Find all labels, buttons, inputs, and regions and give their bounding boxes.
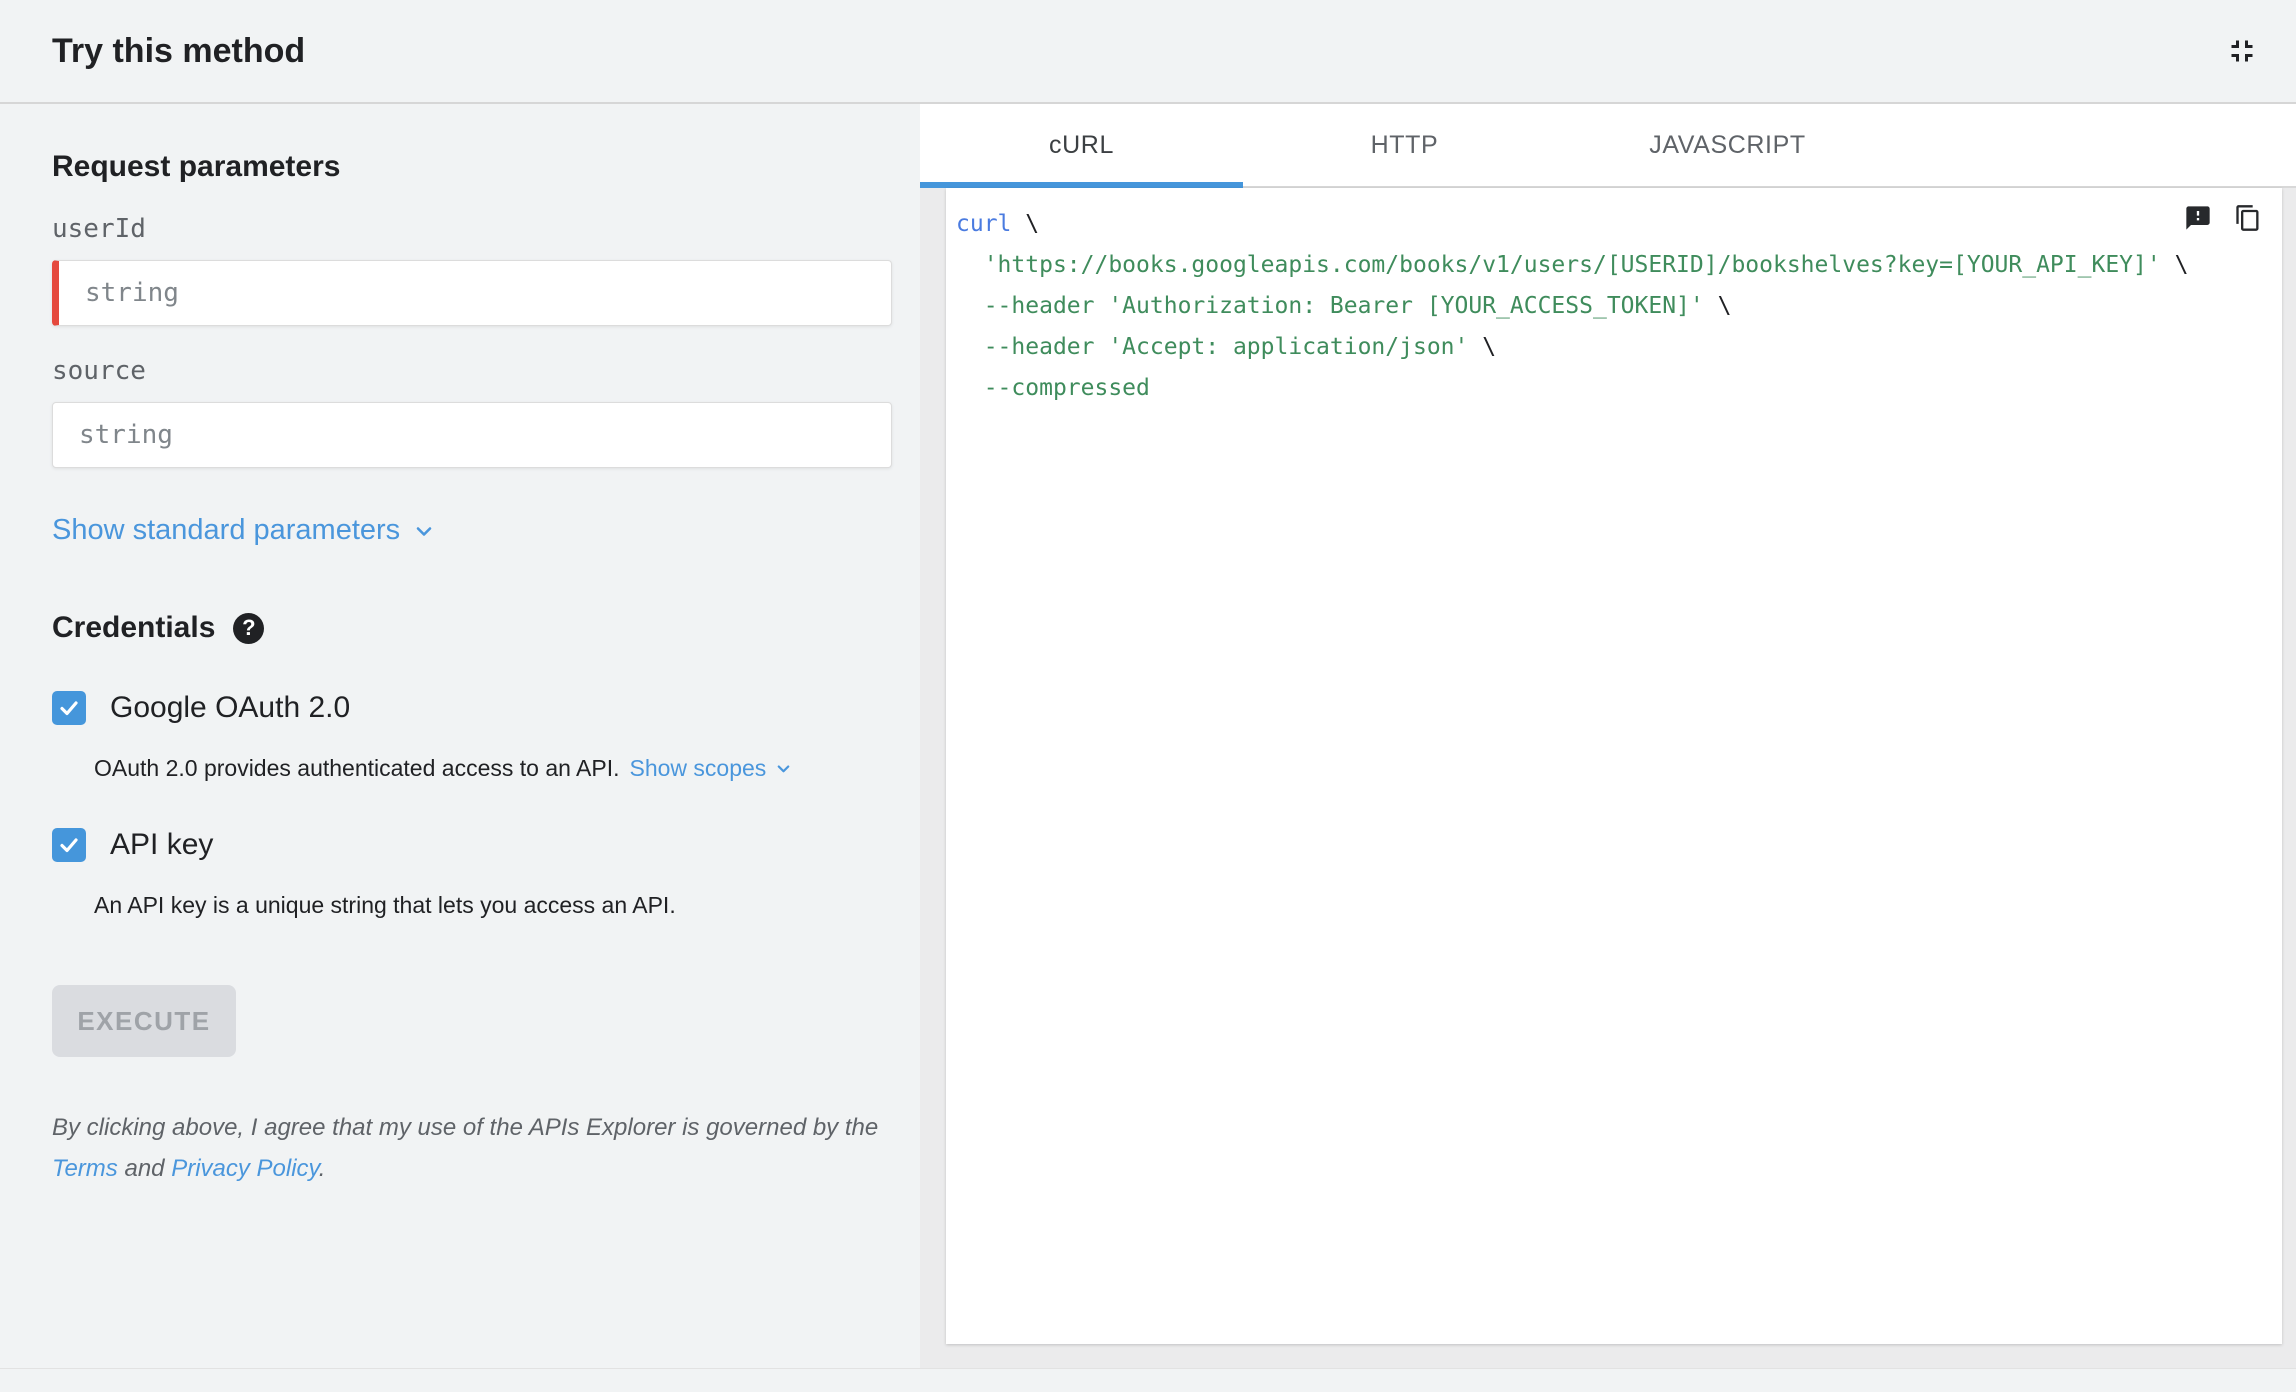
credentials-heading: Credentials [52,611,216,644]
execute-button[interactable]: EXECUTE [52,985,236,1057]
legal-text-before: By clicking above, I agree that my use o… [52,1114,879,1141]
legal-text-middle: and [117,1155,172,1182]
copy-icon[interactable] [2234,204,2262,232]
apikey-description: An API key is a unique string that lets … [94,892,892,919]
panel-header: Try this method [0,0,2296,104]
chevron-down-icon [774,759,793,778]
source-input[interactable] [52,402,892,468]
request-form: Request parameters userId source Show st… [0,104,920,1368]
credentials-heading-row: Credentials ? [52,611,892,645]
code-block: curl \ 'https://books.googleapis.com/boo… [956,211,2189,401]
field-label-source: source [52,356,146,386]
tab-http[interactable]: HTTP [1243,104,1566,186]
privacy-policy-link[interactable]: Privacy Policy [171,1155,319,1182]
request-parameters-heading: Request parameters [52,150,341,183]
fullscreen-exit-icon[interactable] [2224,33,2260,69]
oauth-description-text: OAuth 2.0 provides authenticated access … [94,755,620,781]
apikey-description-text: An API key is a unique string that lets … [94,892,676,918]
code-actions [2184,204,2262,232]
page-title: Try this method [52,31,306,70]
code-language-tabs: cURL HTTP JAVASCRIPT [920,104,2296,188]
credential-option-oauth: Google OAuth 2.0 OAuth 2.0 provides auth… [52,691,892,782]
chevron-down-icon [412,519,436,543]
tab-javascript[interactable]: JAVASCRIPT [1566,104,1889,186]
feedback-icon[interactable] [2184,204,2212,232]
credential-option-apikey: API key An API key is a unique string th… [52,828,892,919]
oauth-checkbox-row[interactable]: Google OAuth 2.0 [52,691,350,725]
try-this-method-panel: Try this method Request parameters userI… [0,0,2296,1392]
show-standard-parameters-label: Show standard parameters [52,514,401,546]
legal-text-after: . [318,1155,326,1182]
show-scopes-label: Show scopes [629,755,767,781]
userid-input[interactable] [52,260,892,326]
code-sample-panel: cURL HTTP JAVASCRIPT curl \ 'https://boo… [920,104,2296,1368]
code-card: curl \ 'https://books.googleapis.com/boo… [946,188,2282,1344]
bottom-strip [0,1368,2296,1392]
tab-curl[interactable]: cURL [920,104,1243,188]
oauth-checkbox[interactable] [52,691,86,725]
apikey-checkbox-label: API key [110,828,214,861]
oauth-checkbox-label: Google OAuth 2.0 [110,691,351,724]
apikey-checkbox-row[interactable]: API key [52,828,213,862]
panel-body: Request parameters userId source Show st… [0,104,2296,1368]
oauth-description: OAuth 2.0 provides authenticated access … [94,755,892,782]
show-standard-parameters-link[interactable]: Show standard parameters [52,514,436,547]
apikey-checkbox[interactable] [52,828,86,862]
show-scopes-link[interactable]: Show scopes [630,755,794,782]
terms-link[interactable]: Terms [52,1155,118,1182]
help-icon[interactable]: ? [233,612,265,644]
field-label-userid: userId [52,214,146,244]
legal-text: By clicking above, I agree that my use o… [52,1107,908,1189]
